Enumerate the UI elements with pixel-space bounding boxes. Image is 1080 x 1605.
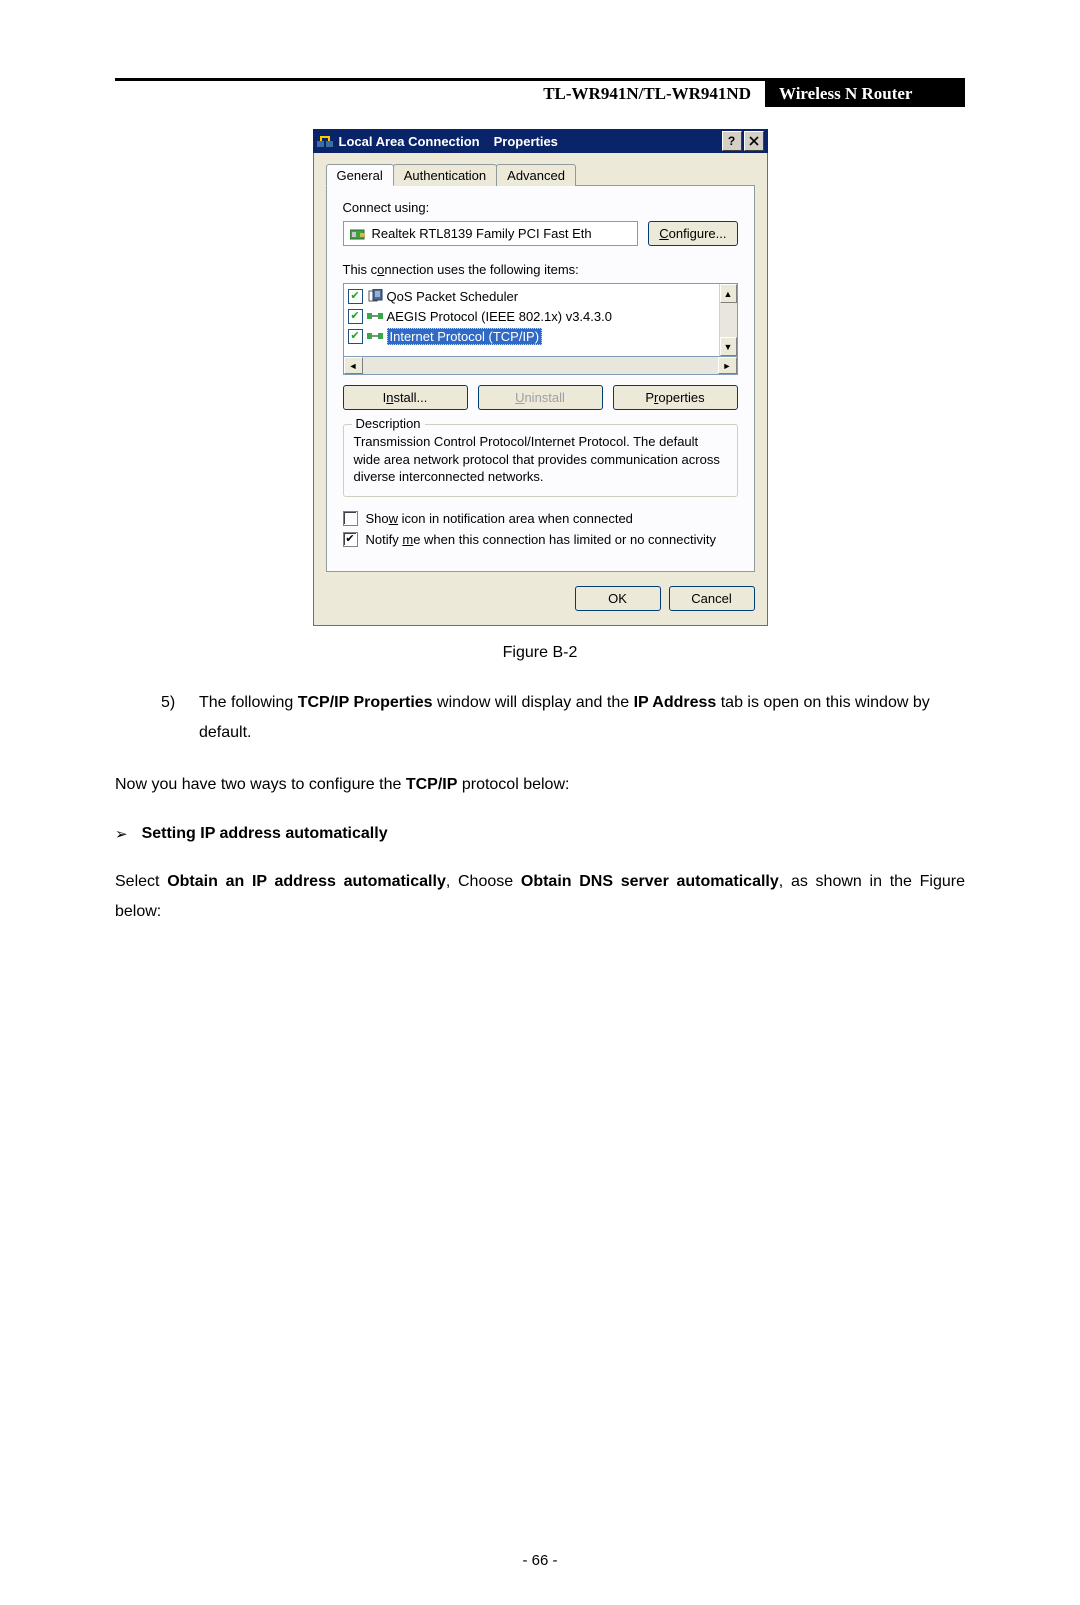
chevron-right-icon: ➢ — [115, 825, 128, 843]
show-icon-option[interactable]: Show icon in notification area when conn… — [343, 511, 738, 526]
ok-button[interactable]: OK — [575, 586, 661, 611]
checkbox-icon[interactable]: ✔ — [348, 289, 363, 304]
scroll-left-icon[interactable]: ◄ — [344, 357, 363, 374]
connect-using-label: Connect using: — [343, 200, 738, 215]
product-desc: Wireless N Router — [765, 81, 965, 107]
lan-properties-dialog: Local Area Connection Properties ? Gener… — [313, 129, 768, 626]
items-label: This connection uses the following items… — [343, 262, 738, 277]
dialog-footer: OK Cancel — [326, 586, 755, 611]
list-item-label: Internet Protocol (TCP/IP) — [387, 328, 543, 345]
tabs: General Authentication Advanced — [326, 163, 755, 185]
bullet-label: Setting IP address automatically — [142, 825, 388, 843]
scroll-track[interactable] — [720, 303, 737, 337]
options: Show icon in notification area when conn… — [343, 511, 738, 547]
install-button[interactable]: Install... — [343, 385, 468, 410]
tab-pane-general: Connect using: Realtek RTL8139 Family PC… — [326, 185, 755, 572]
adapter-name: Realtek RTL8139 Family PCI Fast Eth — [372, 226, 592, 241]
paragraph: Select Obtain an IP address automaticall… — [115, 867, 965, 928]
checkbox-icon[interactable]: ✔ — [348, 309, 363, 324]
protocol-icon — [367, 329, 383, 343]
tab-general[interactable]: General — [326, 164, 394, 186]
scroll-down-icon[interactable]: ▼ — [720, 337, 737, 356]
checkbox-icon[interactable]: ✔ — [343, 532, 358, 547]
help-button[interactable]: ? — [722, 131, 742, 151]
item-buttons: Install... Uninstall Properties — [343, 385, 738, 410]
listbox-content: ✔ QoS Packet Scheduler ✔ — [344, 284, 719, 356]
tab-advanced[interactable]: Advanced — [496, 164, 576, 186]
titlebar-title: Local Area Connection Properties — [339, 134, 720, 149]
scroll-right-icon[interactable]: ► — [718, 357, 737, 374]
list-item[interactable]: ✔ QoS Packet Scheduler — [346, 286, 717, 306]
connection-icon — [317, 133, 333, 149]
vertical-scrollbar[interactable]: ▲ ▼ — [719, 284, 737, 356]
list-item[interactable]: ✔ Internet Protocol (TCP/IP) — [346, 326, 717, 346]
page-number: - 66 - — [0, 1552, 1080, 1569]
notify-option[interactable]: ✔ Notify me when this connection has lim… — [343, 532, 738, 547]
list-item[interactable]: ✔ AEGIS Protocol (IEEE 802.1x) v3.4.3.0 — [346, 306, 717, 326]
model-name: TL-WR941N/TL-WR941ND — [115, 81, 765, 107]
items-listbox[interactable]: ✔ QoS Packet Scheduler ✔ — [343, 283, 738, 357]
adapter-row: Realtek RTL8139 Family PCI Fast Eth Conf… — [343, 221, 738, 246]
show-icon-label: Show icon in notification area when conn… — [366, 511, 633, 526]
close-button[interactable] — [744, 131, 764, 151]
titlebar[interactable]: Local Area Connection Properties ? — [313, 129, 768, 153]
bullet-item: ➢ Setting IP address automatically — [115, 825, 965, 843]
doc-header: TL-WR941N/TL-WR941ND Wireless N Router — [115, 78, 965, 107]
nic-icon — [350, 227, 366, 241]
item-properties-button[interactable]: Properties — [613, 385, 738, 410]
checkbox-icon[interactable]: ✔ — [348, 329, 363, 344]
figure-caption: Figure B-2 — [115, 644, 965, 662]
description-fieldset: Description Transmission Control Protoco… — [343, 424, 738, 497]
step-number: 5) — [161, 688, 199, 749]
checkbox-icon[interactable] — [343, 511, 358, 526]
scroll-up-icon[interactable]: ▲ — [720, 284, 737, 303]
configure-button[interactable]: Configure... — [648, 221, 737, 246]
service-icon — [367, 289, 383, 303]
titlebar-text1: Local Area Connection — [339, 134, 480, 149]
step-text: The following TCP/IP Properties window w… — [199, 688, 965, 749]
titlebar-text2: Properties — [494, 134, 558, 149]
protocol-icon — [367, 309, 383, 323]
figure-wrap: Local Area Connection Properties ? Gener… — [115, 129, 965, 626]
scroll-track[interactable] — [363, 357, 718, 374]
paragraph: Now you have two ways to configure the T… — [115, 770, 965, 800]
description-text: Transmission Control Protocol/Internet P… — [354, 433, 727, 486]
adapter-field[interactable]: Realtek RTL8139 Family PCI Fast Eth — [343, 221, 639, 246]
cancel-button[interactable]: Cancel — [669, 586, 755, 611]
page: TL-WR941N/TL-WR941ND Wireless N Router L… — [0, 78, 1080, 1605]
horizontal-scrollbar[interactable]: ◄ ► — [343, 357, 738, 375]
tab-authentication[interactable]: Authentication — [393, 164, 497, 186]
step-5: 5) The following TCP/IP Properties windo… — [161, 688, 965, 749]
dialog-body: General Authentication Advanced Connect … — [313, 153, 768, 626]
uninstall-button: Uninstall — [478, 385, 603, 410]
list-item-label: AEGIS Protocol (IEEE 802.1x) v3.4.3.0 — [387, 309, 612, 324]
description-legend: Description — [352, 416, 425, 431]
notify-label: Notify me when this connection has limit… — [366, 532, 716, 547]
list-item-label: QoS Packet Scheduler — [387, 289, 519, 304]
